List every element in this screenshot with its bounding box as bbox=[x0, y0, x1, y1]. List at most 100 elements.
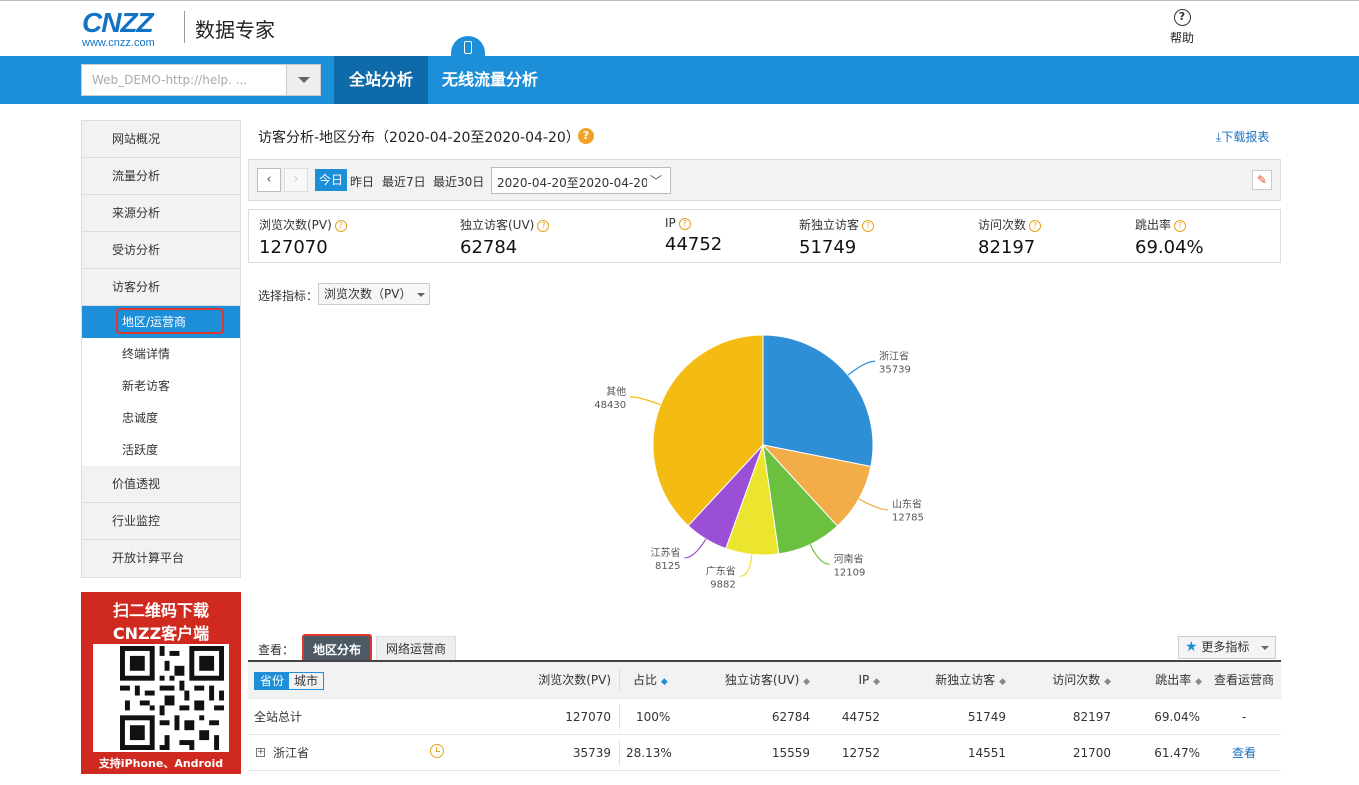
help-icon[interactable]: ? bbox=[678, 218, 691, 230]
toggle-city[interactable]: 城市 bbox=[289, 673, 323, 689]
col-uv[interactable]: 独立访客(UV) ◆ bbox=[708, 662, 810, 698]
sidebar-item-source[interactable]: 来源分析 bbox=[82, 195, 240, 232]
date-last7-link[interactable]: 最近7日 bbox=[382, 173, 426, 190]
col-pct-label: 占比 bbox=[633, 673, 658, 687]
help-icon[interactable]: ? bbox=[1029, 220, 1042, 232]
row-new-uv: 51749 bbox=[967, 710, 1006, 724]
row-view-link[interactable]: 查看 bbox=[1232, 735, 1256, 771]
help-icon[interactable]: ? bbox=[537, 220, 550, 232]
row-ip: 12752 bbox=[841, 746, 880, 760]
help-question-icon[interactable]: ? bbox=[578, 128, 594, 144]
toggle-province[interactable]: 省份 bbox=[255, 673, 290, 689]
col-visits[interactable]: 访问次数 ◆ bbox=[1018, 662, 1111, 698]
sidebar-subitem-device[interactable]: 终端详情 bbox=[82, 338, 240, 370]
sidebar-item-open-platform[interactable]: 开放计算平台 bbox=[82, 540, 240, 577]
column-divider bbox=[619, 705, 620, 729]
metric-bounce: 跳出率? 69.04% bbox=[1135, 216, 1204, 258]
site-select[interactable]: Web_DEMO-http://help. ... bbox=[81, 64, 321, 96]
metric-value: 62784 bbox=[460, 237, 518, 258]
table-row: + 浙江省 35739 28.13% 15559 12752 14551 217… bbox=[248, 735, 1281, 771]
row-pct: 100% bbox=[636, 710, 671, 724]
sidebar-item-visitor[interactable]: 访客分析 bbox=[82, 269, 240, 306]
indicator-select[interactable]: 浏览次数（PV） bbox=[318, 283, 430, 305]
cnzz-logo[interactable]: CNZZ www.cnzz.com bbox=[82, 7, 174, 50]
col-pct[interactable]: 占比 ◆ bbox=[633, 662, 668, 698]
pie-value-4: 8125 bbox=[655, 561, 680, 572]
metric-label: IP bbox=[665, 216, 676, 230]
row-ip: 44752 bbox=[841, 710, 880, 724]
pie-label-0: 浙江省 bbox=[879, 349, 909, 362]
col-bounce[interactable]: 跳出率 ◆ bbox=[1128, 662, 1202, 698]
sidebar-item-visited[interactable]: 受访分析 bbox=[82, 232, 240, 269]
expand-icon[interactable]: + bbox=[256, 748, 265, 757]
pie-leader-line-2 bbox=[809, 544, 830, 565]
prev-date-button[interactable]: ‹ bbox=[257, 168, 281, 192]
sort-icon: ◆ bbox=[1104, 677, 1111, 687]
next-date-button[interactable]: › bbox=[284, 168, 308, 192]
table-header: 省份 城市 浏览次数(PV) 占比 ◆ 独立访客(UV) ◆ IP ◆ 新独立访… bbox=[248, 662, 1281, 699]
metric-label: 跳出率 bbox=[1135, 218, 1172, 232]
sidebar-subitem-loyalty[interactable]: 忠诚度 bbox=[82, 402, 240, 434]
pie-slice-0[interactable] bbox=[762, 334, 874, 468]
sidebar-item-industry[interactable]: 行业监控 bbox=[82, 503, 240, 540]
date-last30-link[interactable]: 最近30日 bbox=[433, 173, 484, 190]
view-label: 查看： bbox=[258, 643, 295, 657]
more-metrics-button[interactable]: ★ 更多指标 bbox=[1178, 636, 1276, 659]
sidebar-item-value[interactable]: 价值透视 bbox=[82, 466, 240, 503]
pie-leader-line-3 bbox=[739, 554, 753, 577]
tab-site-analysis[interactable]: 全站分析 bbox=[334, 56, 428, 104]
col-pv[interactable]: 浏览次数(PV) bbox=[518, 662, 611, 698]
metric-label: 浏览次数(PV) bbox=[259, 218, 332, 232]
date-range-picker[interactable]: 2020-04-20至2020-04-20 ﹀ bbox=[491, 167, 671, 194]
province-city-toggle[interactable]: 省份 城市 bbox=[254, 672, 325, 690]
chevron-down-icon[interactable] bbox=[286, 65, 320, 95]
pie-value-3: 9882 bbox=[710, 579, 735, 590]
metric-value: 44752 bbox=[665, 234, 723, 255]
download-report-link[interactable]: ⤓下载报表 bbox=[1216, 128, 1269, 145]
tab-wireless-analysis[interactable]: 无线流量分析 bbox=[428, 56, 552, 104]
col-uv-label: 独立访客(UV) bbox=[724, 673, 800, 687]
qr-promo[interactable]: 扫二维码下载 CNZZ客户端 支持iPhone、Android bbox=[81, 592, 241, 774]
tab-region-distribution[interactable]: 地区分布 bbox=[302, 634, 372, 662]
row-pv: 127070 bbox=[565, 710, 611, 724]
date-bar: ‹ › 今日 昨日 最近7日 最近30日 2020-04-20至2020-04-… bbox=[248, 159, 1281, 201]
qr-code-icon bbox=[120, 646, 224, 750]
trend-clock-icon[interactable] bbox=[430, 744, 444, 758]
metric-label: 访问次数 bbox=[978, 218, 1027, 232]
sidebar-subitem-region[interactable]: 地区/运营商 bbox=[82, 306, 240, 338]
col-new-uv[interactable]: 新独立访客 ◆ bbox=[898, 662, 1006, 698]
help-icon[interactable]: ? bbox=[862, 220, 875, 232]
sidebar-subitem-activity[interactable]: 活跃度 bbox=[82, 434, 240, 466]
star-icon: ★ bbox=[1185, 639, 1198, 655]
row-uv: 62784 bbox=[771, 710, 810, 724]
help-icon[interactable]: ? bbox=[1174, 220, 1187, 232]
promo-line2: CNZZ客户端 bbox=[112, 624, 210, 643]
tab-network-operator[interactable]: 网络运营商 bbox=[376, 636, 456, 661]
metric-new-uv: 新独立访客? 51749 bbox=[799, 216, 875, 258]
sidebar-item-traffic[interactable]: 流量分析 bbox=[82, 158, 240, 195]
col-new-uv-label: 新独立访客 bbox=[935, 673, 996, 687]
metric-value: 82197 bbox=[978, 237, 1036, 258]
region-pie-chart: 浙江省 35739 山东省 12785 河南省 12109 广东省 9882 江苏省 8125 其他… bbox=[594, 334, 924, 590]
logo-text: CNZZ bbox=[82, 7, 154, 38]
metric-value: 51749 bbox=[799, 237, 857, 258]
row-uv: 15559 bbox=[771, 746, 810, 760]
pie-leader-line-5 bbox=[630, 396, 661, 406]
date-today-button[interactable]: 今日 bbox=[315, 169, 348, 191]
date-yesterday-link[interactable]: 昨日 bbox=[350, 173, 374, 190]
help-button[interactable]: ? 帮助 bbox=[1166, 9, 1198, 46]
pie-value-1: 12785 bbox=[892, 513, 924, 524]
logo-url: www.cnzz.com bbox=[82, 37, 155, 49]
column-divider bbox=[619, 668, 620, 692]
pie-label-2: 河南省 bbox=[834, 552, 864, 565]
pie-label-4: 江苏省 bbox=[650, 546, 680, 559]
top-header: CNZZ www.cnzz.com 数据专家 ? 帮助 bbox=[0, 0, 1359, 56]
row-bounce: 61.47% bbox=[1154, 746, 1200, 760]
sidebar-subitem-new-old[interactable]: 新老访客 bbox=[82, 370, 240, 402]
qr-code-frame bbox=[93, 644, 229, 752]
sidebar-item-overview[interactable]: 网站概况 bbox=[82, 121, 240, 158]
pin-icon[interactable]: ✎ bbox=[1252, 170, 1272, 190]
col-ip[interactable]: IP ◆ bbox=[818, 662, 880, 698]
help-icon[interactable]: ? bbox=[334, 220, 347, 232]
chevron-down-icon bbox=[1261, 646, 1269, 650]
